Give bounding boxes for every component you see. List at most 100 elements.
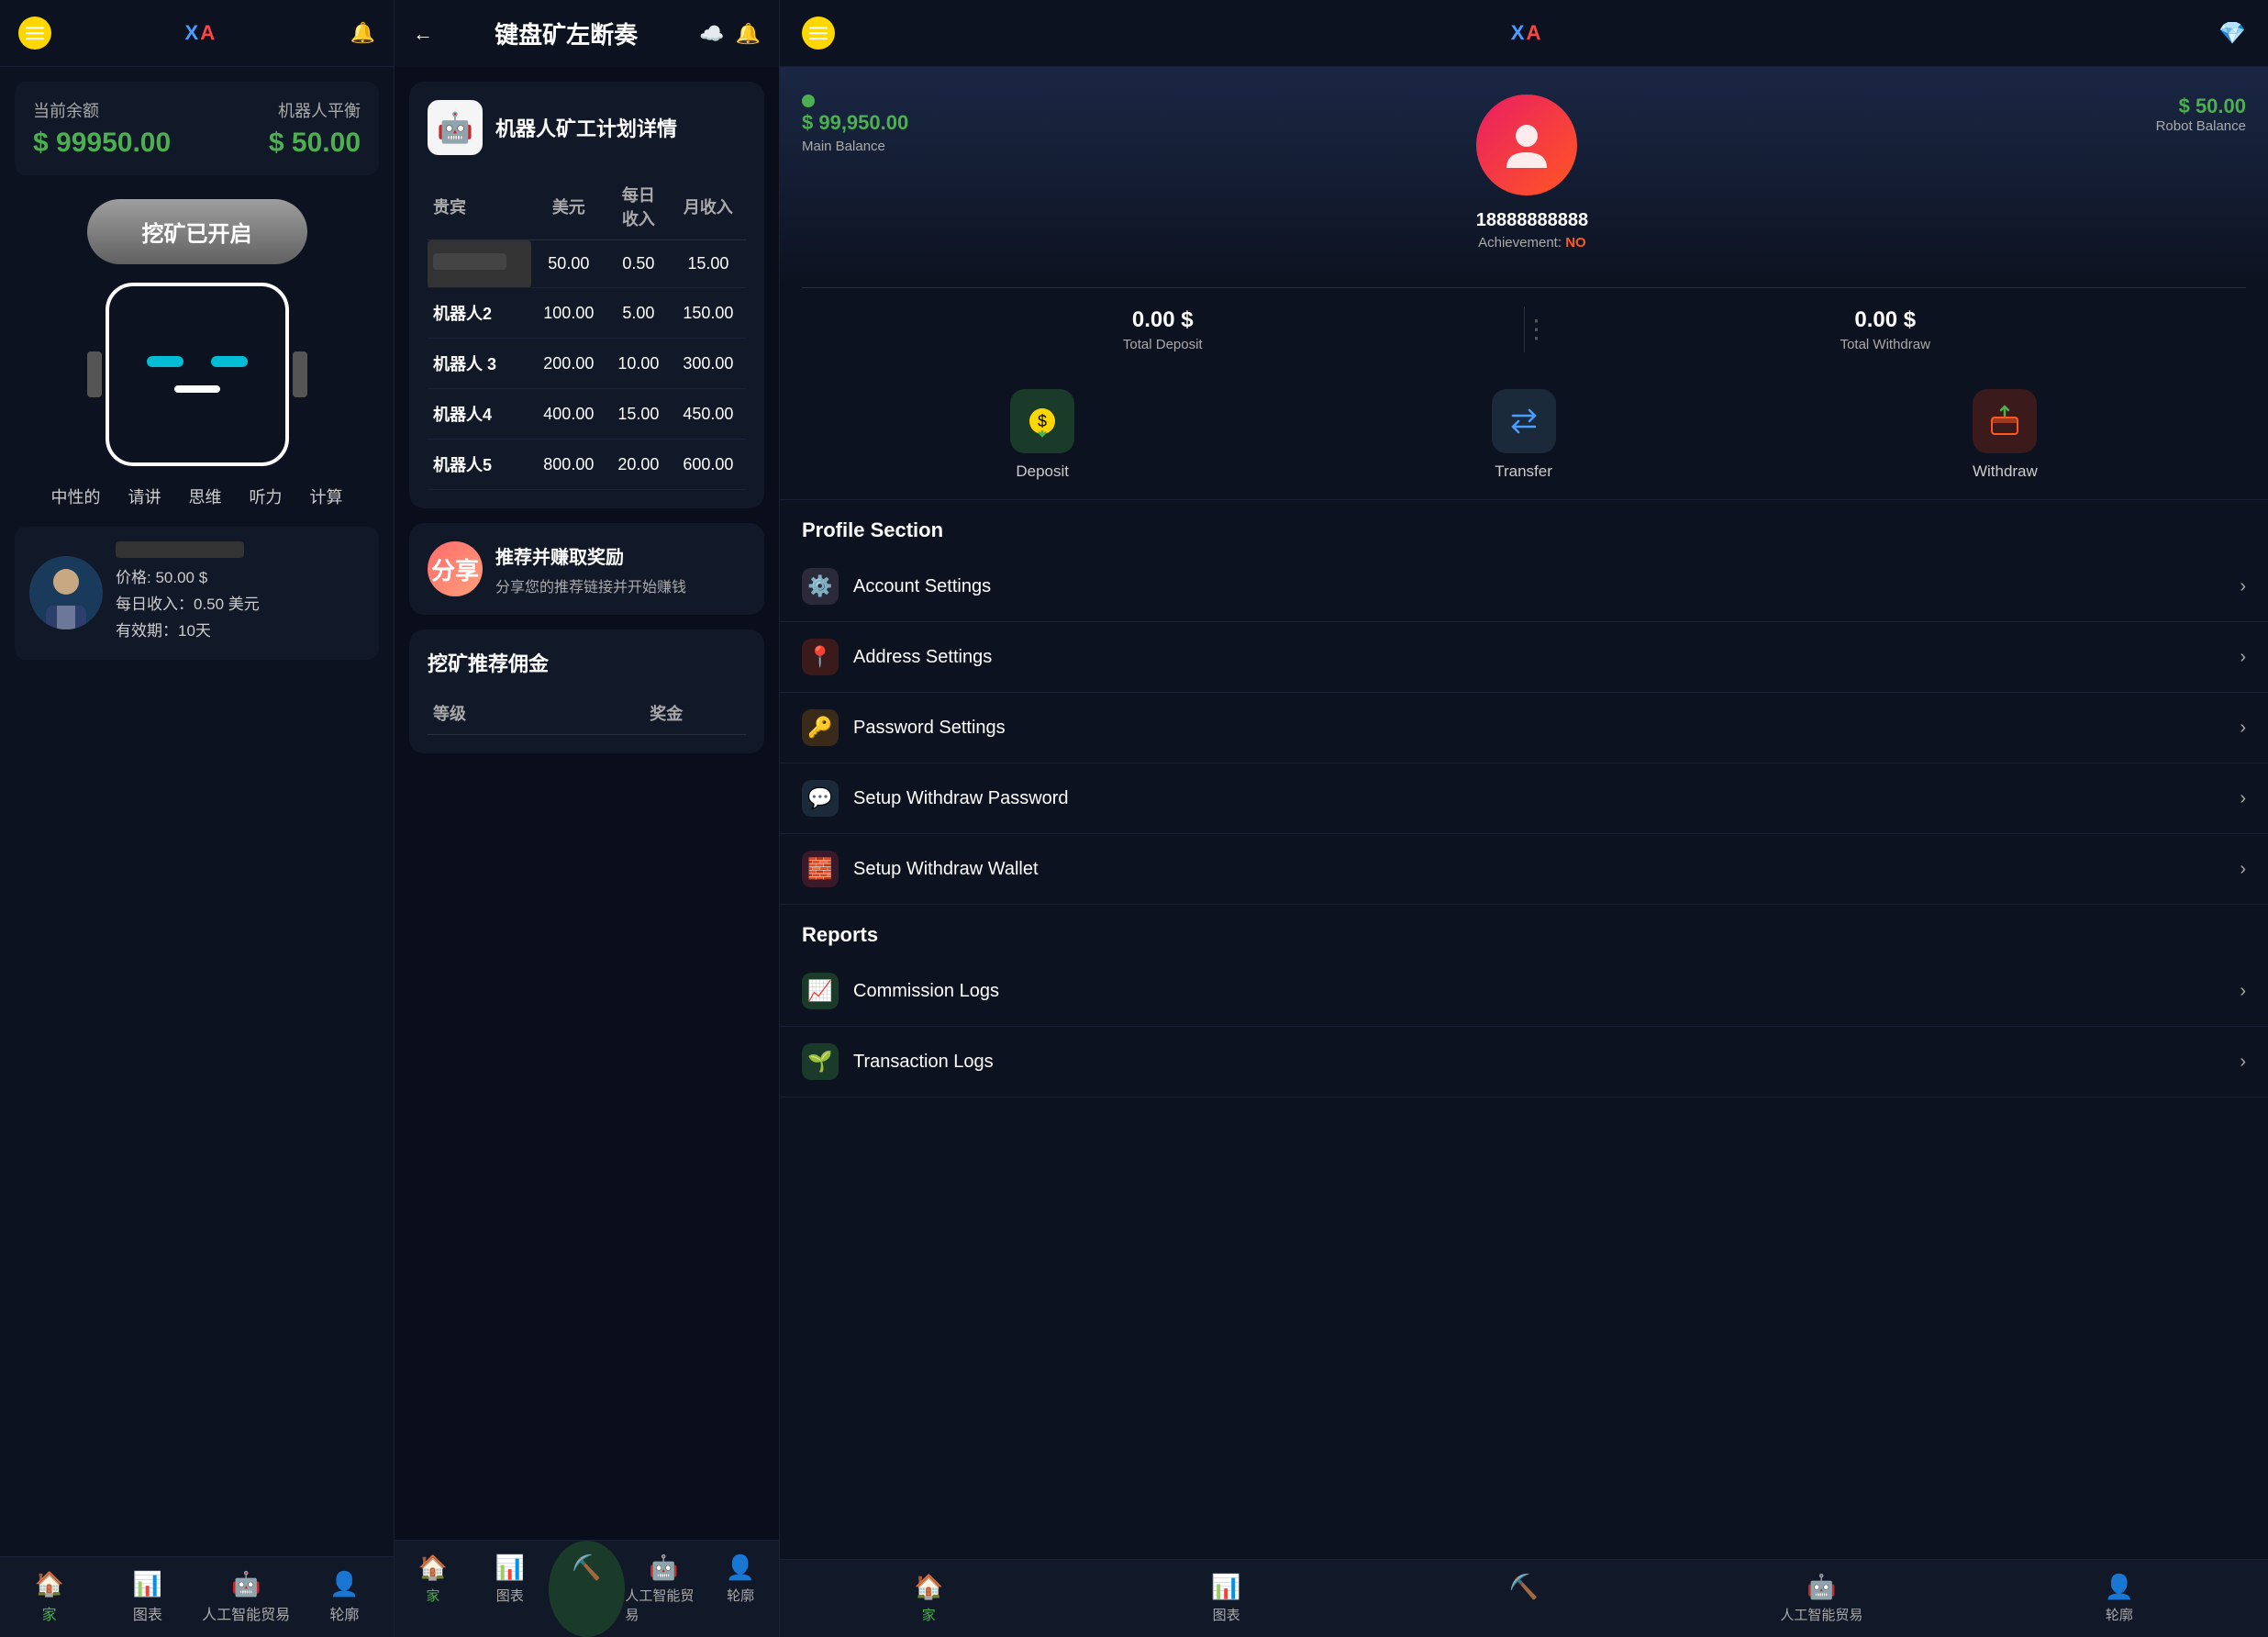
menu-commission-logs[interactable]: 📈 Commission Logs › bbox=[780, 956, 2268, 1027]
menu-setup-withdraw-wallet[interactable]: 🧱 Setup Withdraw Wallet › bbox=[780, 834, 2268, 905]
nav-ai-label: 人工智能贸易 bbox=[202, 1602, 290, 1624]
withdraw-label: Withdraw bbox=[1973, 462, 2038, 481]
ai-icon: 🤖 bbox=[231, 1570, 261, 1598]
panel1-nav-chart[interactable]: 📊 图表 bbox=[98, 1557, 196, 1637]
plan-monthly-2: 300.00 bbox=[671, 339, 746, 389]
commission-card: 挖矿推荐佣金 等级 奖金 bbox=[409, 629, 764, 753]
menu-setup-withdraw-password[interactable]: 💬 Setup Withdraw Password › bbox=[780, 763, 2268, 834]
plan-row-0: 50.00 0.50 15.00 bbox=[428, 240, 746, 288]
profile-icon: 👤 bbox=[329, 1570, 359, 1598]
robot-balance-amount: $ 50.00 bbox=[269, 128, 361, 159]
svg-text:$: $ bbox=[1038, 412, 1047, 430]
password-settings-icon: 🔑 bbox=[802, 709, 839, 746]
home-icon: 🏠 bbox=[34, 1570, 63, 1598]
commission-col-bonus: 奖金 bbox=[587, 692, 747, 735]
robot-card-period: 有效期：10天 bbox=[116, 618, 364, 645]
referral-card[interactable]: 分享 推荐并赚取奖励 分享您的推荐链接并开始赚钱 bbox=[409, 523, 764, 615]
p2-nav-profile-label: 轮廓 bbox=[727, 1586, 754, 1605]
robot-card-avatar bbox=[29, 556, 103, 629]
referral-info: 推荐并赚取奖励 分享您的推荐链接并开始赚钱 bbox=[495, 542, 686, 596]
tag-5: 计算 bbox=[310, 484, 343, 508]
nav-profile-label: 轮廓 bbox=[329, 1602, 359, 1624]
plan-name-3: 机器人4 bbox=[428, 389, 531, 440]
panel2-nav-ai[interactable]: 🤖 人工智能贸易 bbox=[625, 1541, 702, 1637]
panel3-nav: 🏠 家 📊 图表 ⛏️ 🤖 人工智能贸易 👤 轮廓 bbox=[780, 1559, 2268, 1637]
action-buttons: $ Deposit Transfer bbox=[780, 371, 2268, 500]
plan-usd-1: 100.00 bbox=[531, 288, 606, 339]
nav-chart-label: 图表 bbox=[133, 1602, 162, 1624]
profile-top-row: $ 99,950.00 Main Balance 18888888888 Ach… bbox=[802, 95, 2246, 251]
mining-button[interactable]: 挖矿已开启 bbox=[87, 199, 307, 264]
p3-chart-icon: 📊 bbox=[1211, 1573, 1240, 1601]
profile-section-title: Profile Section bbox=[780, 500, 2268, 551]
setup-withdraw-password-icon: 💬 bbox=[802, 780, 839, 817]
panel3-nav-home[interactable]: 🏠 家 bbox=[780, 1560, 1077, 1637]
transaction-logs-icon: 🌱 bbox=[802, 1043, 839, 1080]
robot-mouth bbox=[174, 385, 220, 393]
withdraw-button[interactable]: Withdraw bbox=[1973, 389, 2038, 481]
balance-section: 当前余额 $ 99950.00 机器人平衡 $ 50.00 bbox=[15, 82, 379, 175]
panel2-bell-icon[interactable]: 🔔 bbox=[736, 22, 761, 46]
mining-plan-header: 🤖 机器人矿工计划详情 bbox=[428, 100, 746, 155]
panel2-nav-home[interactable]: 🏠 家 bbox=[395, 1541, 472, 1637]
robot-balance-label: 机器人平衡 bbox=[269, 98, 361, 122]
panel1-nav-home[interactable]: 🏠 家 bbox=[0, 1557, 98, 1637]
robot-card: 价格: 50.00 $ 每日收入：0.50 美元 有效期：10天 bbox=[15, 527, 379, 660]
password-settings-label: Password Settings bbox=[853, 718, 2240, 739]
p3-nav-ai-label: 人工智能贸易 bbox=[1780, 1605, 1862, 1624]
panel2-nav-chart[interactable]: 📊 图表 bbox=[472, 1541, 549, 1637]
panel2-back-icon[interactable]: ← bbox=[413, 22, 433, 46]
panel2-nav-profile[interactable]: 👤 轮廓 bbox=[702, 1541, 779, 1637]
mining-btn-wrapper: 挖矿已开启 bbox=[0, 199, 394, 264]
commission-table: 等级 奖金 bbox=[428, 692, 746, 735]
robot-right-eye bbox=[211, 356, 248, 367]
menu-account-settings[interactable]: ⚙️ Account Settings › bbox=[780, 551, 2268, 622]
setup-withdraw-wallet-icon: 🧱 bbox=[802, 851, 839, 887]
p3-mining-icon: ⛏️ bbox=[1509, 1573, 1539, 1601]
panel1-logo: XA bbox=[185, 21, 217, 45]
plan-usd-4: 800.00 bbox=[531, 440, 606, 490]
tag-1: 中性的 bbox=[51, 484, 101, 508]
notification-icon[interactable]: 🔔 bbox=[350, 21, 375, 45]
current-balance-amount: $ 99950.00 bbox=[33, 128, 171, 159]
account-settings-arrow: › bbox=[2240, 576, 2246, 597]
p3-nav-chart-label: 图表 bbox=[1213, 1605, 1240, 1624]
address-settings-label: Address Settings bbox=[853, 647, 2240, 668]
panel3-nav-profile[interactable]: 👤 轮廓 bbox=[1971, 1560, 2268, 1637]
tag-3: 思维 bbox=[189, 484, 222, 508]
transfer-button[interactable]: Transfer bbox=[1492, 389, 1556, 481]
panel3-nav-ai[interactable]: 🤖 人工智能贸易 bbox=[1673, 1560, 1970, 1637]
menu-address-settings[interactable]: 📍 Address Settings › bbox=[780, 622, 2268, 693]
deposit-label: Deposit bbox=[1016, 462, 1069, 481]
p2-nav-ai-label: 人工智能贸易 bbox=[625, 1586, 702, 1624]
p3-home-icon: 🏠 bbox=[914, 1573, 943, 1601]
robot-balance-label-p3: Robot Balance bbox=[2156, 118, 2246, 134]
profile-avatar bbox=[1476, 95, 1577, 195]
panel3-hamburger[interactable] bbox=[802, 17, 835, 50]
total-deposit-value: 0.00 $ bbox=[802, 307, 1524, 333]
plan-row-4: 机器人5 800.00 20.00 600.00 bbox=[428, 440, 746, 490]
profile-banner: $ 99,950.00 Main Balance 18888888888 Ach… bbox=[780, 67, 2268, 287]
robot-wrapper bbox=[0, 283, 394, 466]
p2-profile-icon: 👤 bbox=[726, 1553, 755, 1582]
address-settings-arrow: › bbox=[2240, 647, 2246, 668]
robot-eyes bbox=[147, 356, 248, 367]
p2-chart-icon: 📊 bbox=[495, 1553, 525, 1582]
online-indicator bbox=[802, 95, 815, 107]
menu-password-settings[interactable]: 🔑 Password Settings › bbox=[780, 693, 2268, 763]
panel1-nav-profile[interactable]: 👤 轮廓 bbox=[295, 1557, 394, 1637]
panel1-nav-ai[interactable]: 🤖 人工智能贸易 bbox=[197, 1557, 295, 1637]
panel3-nav-mining[interactable]: ⛏️ bbox=[1375, 1560, 1673, 1637]
commission-col-level: 等级 bbox=[428, 692, 587, 735]
menu-transaction-logs[interactable]: 🌱 Transaction Logs › bbox=[780, 1027, 2268, 1097]
referral-icon: 分享 bbox=[428, 541, 483, 596]
panel2-nav-mining[interactable]: ⛏️ bbox=[549, 1541, 626, 1637]
robot-card-info: 价格: 50.00 $ 每日收入：0.50 美元 有效期：10天 bbox=[116, 541, 364, 645]
panel3-nav-chart[interactable]: 📊 图表 bbox=[1077, 1560, 1374, 1637]
hamburger-icon[interactable] bbox=[18, 17, 51, 50]
deposit-button[interactable]: $ Deposit bbox=[1010, 389, 1074, 481]
robot-balance-amount-p3: $ 50.00 bbox=[2156, 95, 2246, 118]
mining-plan-icon: 🤖 bbox=[428, 100, 483, 155]
reports-section-title: Reports bbox=[780, 905, 2268, 956]
plan-daily-2: 10.00 bbox=[606, 339, 671, 389]
